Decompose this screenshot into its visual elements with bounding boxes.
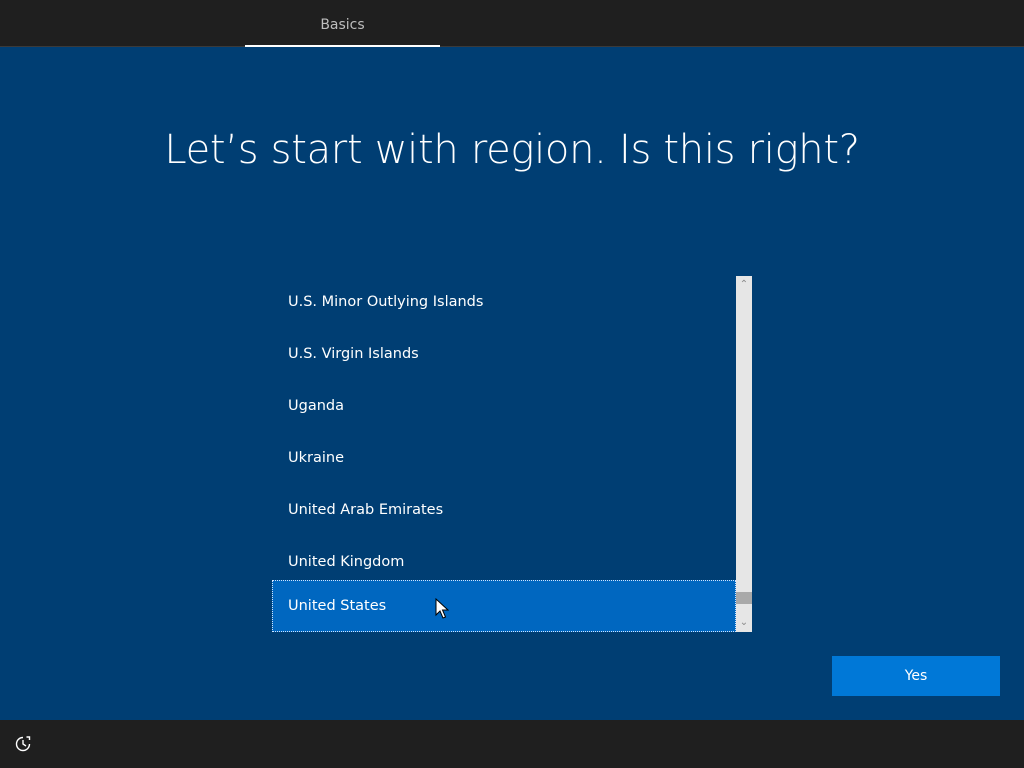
scroll-up-icon[interactable]: ⌃ [736, 278, 752, 292]
list-item-us-minor-outlying-islands[interactable]: U.S. Minor Outlying Islands [272, 276, 736, 328]
list-scrollbar[interactable]: ⌃ ⌄ [736, 276, 752, 632]
list-item-uganda[interactable]: Uganda [272, 380, 736, 432]
list-item-united-states[interactable]: United States [272, 580, 736, 632]
mouse-cursor-icon [435, 598, 449, 619]
tab-basics[interactable]: Basics [245, 0, 440, 46]
list-item-united-arab-emirates[interactable]: United Arab Emirates [272, 484, 736, 536]
bottom-bar [0, 720, 1024, 768]
region-list-items: U.S. Minor Outlying Islands U.S. Virgin … [272, 276, 736, 632]
yes-button[interactable]: Yes [832, 656, 1000, 696]
page-title: Let’s start with region. Is this right? [164, 127, 860, 173]
ease-of-access-icon[interactable] [14, 735, 32, 753]
scroll-down-icon[interactable]: ⌄ [736, 616, 752, 630]
region-listbox[interactable]: U.S. Minor Outlying Islands U.S. Virgin … [272, 276, 752, 632]
list-item-ukraine[interactable]: Ukraine [272, 432, 736, 484]
list-item-us-virgin-islands[interactable]: U.S. Virgin Islands [272, 328, 736, 380]
scrollbar-thumb[interactable] [736, 592, 752, 604]
top-bar [0, 0, 1024, 46]
